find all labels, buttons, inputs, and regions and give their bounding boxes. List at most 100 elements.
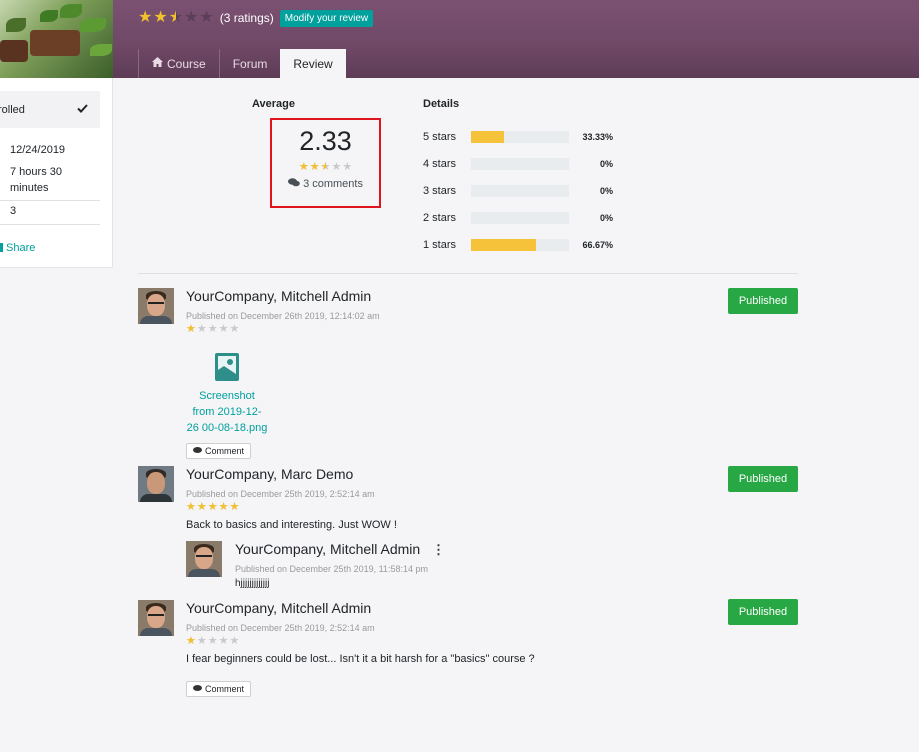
attachment-name-line1: Screenshot bbox=[199, 390, 255, 402]
comment-icon bbox=[193, 446, 202, 456]
star-icon: ★★ bbox=[186, 323, 196, 335]
star-icon: ★★ bbox=[207, 501, 218, 513]
rating-bar-track bbox=[471, 185, 569, 197]
rating-bar-row: 3 stars 0% bbox=[423, 183, 613, 199]
star-icon: ★★ bbox=[229, 501, 240, 513]
rating-bar-label: 5 stars bbox=[423, 131, 457, 143]
rating-bar-percent: 0% bbox=[599, 159, 613, 169]
star-icon: ★★ bbox=[207, 323, 218, 335]
review-author: YourCompany, Marc Demo bbox=[186, 466, 354, 482]
attachment-name-line2: from 2019-12- bbox=[192, 406, 262, 418]
review-rating-stars: ★★★★★★★★★★ bbox=[186, 636, 239, 647]
course-tabs: Course Forum Review bbox=[138, 49, 346, 78]
tab-review-label: Review bbox=[293, 56, 333, 71]
tab-forum-label: Forum bbox=[232, 56, 268, 71]
rating-bar-label: 4 stars bbox=[423, 158, 457, 170]
star-icon: ★★ bbox=[168, 9, 184, 26]
star-icon: ★★ bbox=[207, 635, 218, 647]
avatar bbox=[186, 541, 222, 577]
rating-bar-track bbox=[471, 131, 569, 143]
star-icon: ★★ bbox=[218, 323, 229, 335]
star-icon: ★★ bbox=[320, 161, 331, 173]
last-update-value: 12/24/2019 bbox=[10, 144, 66, 156]
average-label: Average bbox=[252, 98, 296, 110]
rating-bar-row: 1 stars 66.67% bbox=[423, 237, 613, 253]
enrolled-label: rolled bbox=[0, 103, 25, 116]
course-rating: ★★★★★★★★★★ (3 ratings) Modify your revie… bbox=[138, 8, 374, 28]
tab-review[interactable]: Review bbox=[280, 49, 346, 78]
average-rating-stars: ★★★★★★★★★★ bbox=[299, 162, 352, 173]
course-image bbox=[0, 0, 113, 78]
star-icon: ★★ bbox=[184, 9, 199, 26]
duration-value-line1: 7 hours 30 bbox=[10, 166, 62, 178]
comments-icon bbox=[288, 178, 303, 190]
star-icon: ★★ bbox=[138, 9, 153, 26]
star-icon: ★★ bbox=[196, 501, 207, 513]
star-icon: ★★ bbox=[342, 161, 353, 173]
review-text: Back to basics and interesting. Just WOW… bbox=[186, 519, 397, 531]
rating-bar-track bbox=[471, 212, 569, 224]
share-link[interactable]: Share bbox=[0, 242, 35, 254]
attachment-link[interactable]: Screenshot from 2019-12- 26 00-08-18.png bbox=[186, 352, 268, 436]
star-icon: ★★ bbox=[196, 635, 207, 647]
tab-course[interactable]: Course bbox=[138, 49, 219, 78]
comment-button-label: Comment bbox=[205, 684, 245, 694]
enrolled-status: rolled bbox=[0, 91, 100, 128]
rating-bar-track bbox=[471, 239, 569, 251]
share-label: Share bbox=[6, 242, 36, 254]
share-icon bbox=[0, 243, 3, 252]
rating-bar-label: 1 stars bbox=[423, 239, 457, 251]
rating-bar-label: 3 stars bbox=[423, 185, 457, 197]
star-icon: ★★ bbox=[196, 323, 207, 335]
review-date: Published on December 26th 2019, 12:14:0… bbox=[186, 311, 380, 321]
star-icon: ★★ bbox=[186, 635, 196, 647]
review-author: YourCompany, Mitchell Admin bbox=[186, 600, 372, 616]
tab-course-label: Course bbox=[167, 56, 206, 71]
course-header: ★★★★★★★★★★ (3 ratings) Modify your revie… bbox=[0, 0, 919, 78]
sidebar-divider bbox=[0, 200, 100, 201]
image-file-icon bbox=[214, 352, 240, 382]
reply-date: Published on December 25th 2019, 11:58:1… bbox=[235, 564, 428, 574]
star-icon: ★★ bbox=[229, 635, 240, 647]
star-icon: ★★ bbox=[218, 635, 229, 647]
modify-review-button[interactable]: Modify your review bbox=[279, 9, 374, 27]
published-button[interactable]: Published bbox=[728, 466, 798, 492]
avatar bbox=[138, 600, 174, 636]
course-rating-stars: ★★★★★★★★★★ bbox=[138, 10, 214, 26]
reply-text: hjjjjjjjjjjjjj bbox=[235, 578, 270, 589]
star-icon: ★★ bbox=[309, 161, 320, 173]
review-date: Published on December 25th 2019, 2:52:14… bbox=[186, 623, 375, 633]
published-button[interactable]: Published bbox=[728, 599, 798, 625]
average-rating-box: 2.33 ★★★★★★★★★★ 3 comments bbox=[270, 118, 381, 208]
rating-bar-track bbox=[471, 158, 569, 170]
sidebar-divider bbox=[0, 224, 100, 225]
more-options-icon[interactable]: ⋮ bbox=[432, 542, 445, 558]
rating-bar-percent: 66.67% bbox=[582, 240, 613, 250]
attachment-name-line3: 26 00-08-18.png bbox=[186, 422, 268, 434]
comment-button-label: Comment bbox=[205, 446, 245, 456]
average-value: 2.33 bbox=[299, 126, 352, 156]
published-button[interactable]: Published bbox=[728, 288, 798, 314]
details-label: Details bbox=[423, 98, 460, 110]
rating-bar-percent: 0% bbox=[599, 213, 613, 223]
home-icon bbox=[152, 57, 163, 70]
review-rating-stars: ★★★★★★★★★★ bbox=[186, 502, 239, 513]
comment-button[interactable]: Comment bbox=[186, 681, 252, 697]
rating-bar-label: 2 stars bbox=[423, 212, 457, 224]
course-sidebar: rolled 12/24/2019 7 hours 30 minutes 3 S… bbox=[0, 78, 113, 268]
star-icon: ★★ bbox=[153, 9, 168, 26]
section-divider bbox=[138, 273, 798, 274]
members-value: 3 bbox=[10, 205, 17, 217]
tab-forum[interactable]: Forum bbox=[218, 49, 281, 78]
star-icon: ★★ bbox=[298, 161, 309, 173]
check-icon bbox=[77, 103, 88, 116]
rating-bar-row: 2 stars 0% bbox=[423, 210, 613, 226]
star-icon: ★★ bbox=[229, 323, 240, 335]
comments-label: 3 comments bbox=[303, 178, 363, 190]
star-icon: ★★ bbox=[331, 161, 342, 173]
comment-button[interactable]: Comment bbox=[186, 443, 252, 459]
comments-count: 3 comments bbox=[272, 178, 379, 190]
reply-author: YourCompany, Mitchell Admin bbox=[235, 541, 421, 557]
star-icon: ★★ bbox=[186, 501, 196, 513]
rating-bar-fill bbox=[471, 239, 537, 251]
